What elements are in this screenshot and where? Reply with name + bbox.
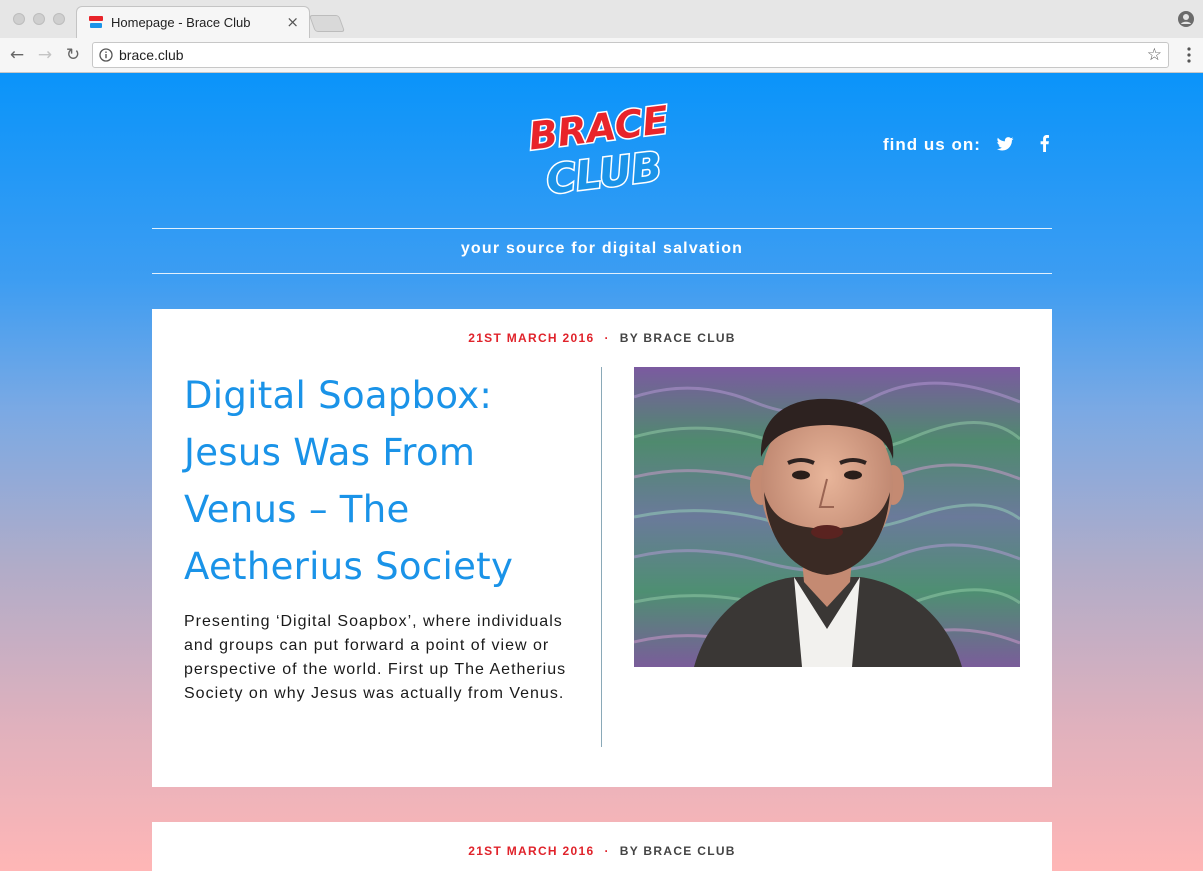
url-text: brace.club (119, 47, 184, 63)
browser-toolbar: ← → ↻ brace.club ☆ (0, 38, 1203, 73)
post-divider (601, 367, 602, 747)
tab-strip: Homepage - Brace Club × (0, 0, 1203, 38)
post-author[interactable]: BY BRACE CLUB (620, 331, 736, 345)
header-bottom-rule (152, 273, 1052, 274)
tab-title: Homepage - Brace Club (111, 15, 251, 30)
meta-separator: · (604, 331, 610, 345)
post-thumbnail-image[interactable] (634, 367, 1020, 667)
twitter-icon[interactable] (997, 137, 1014, 151)
header-top-rule (152, 228, 1052, 229)
site-tagline: your source for digital salvation (460, 240, 744, 257)
reload-icon[interactable]: ↻ (63, 45, 83, 65)
browser-chrome: Homepage - Brace Club × ← → ↻ brace.club… (0, 0, 1203, 73)
brace-club-favicon-icon (89, 16, 103, 28)
close-window-button[interactable] (13, 13, 25, 25)
post-author[interactable]: BY BRACE CLUB (620, 844, 736, 858)
post-date: 21ST MARCH 2016 (468, 844, 595, 858)
post-meta: 21ST MARCH 2016 · BY BRACE CLUB (152, 331, 1052, 345)
post-excerpt: Presenting ‘Digital Soapbox’, where indi… (184, 613, 567, 702)
brace-club-logo[interactable]: BRACE CLUB (528, 91, 674, 205)
maximize-window-button[interactable] (53, 13, 65, 25)
find-us-label: find us on: (883, 135, 981, 154)
minimize-window-button[interactable] (33, 13, 45, 25)
post-date: 21ST MARCH 2016 (468, 331, 595, 345)
browser-menu-icon[interactable] (1187, 47, 1191, 63)
post-card: 21ST MARCH 2016 · BY BRACE CLUB Digital So… (152, 309, 1052, 787)
post-title[interactable]: Digital Soapbox: Jesus Was From Venus – … (184, 367, 574, 595)
new-tab-button[interactable] (308, 15, 346, 32)
back-icon[interactable]: ← (7, 45, 27, 65)
browser-tab[interactable]: Homepage - Brace Club × (76, 6, 310, 38)
web-page: BRACE CLUB find us on: your source for d… (0, 73, 1203, 871)
post-card: 21ST MARCH 2016 · BY BRACE CLUB (152, 822, 1052, 871)
site-info-icon[interactable] (99, 48, 113, 62)
facebook-icon[interactable] (1040, 135, 1049, 152)
profile-icon[interactable] (1178, 11, 1194, 27)
address-bar[interactable]: brace.club ☆ (92, 42, 1169, 68)
bookmark-star-icon[interactable]: ☆ (1147, 45, 1162, 65)
post-meta: 21ST MARCH 2016 · BY BRACE CLUB (152, 844, 1052, 858)
forward-icon[interactable]: → (35, 45, 55, 65)
tab-close-icon[interactable]: × (286, 13, 299, 31)
meta-separator: · (604, 844, 610, 858)
